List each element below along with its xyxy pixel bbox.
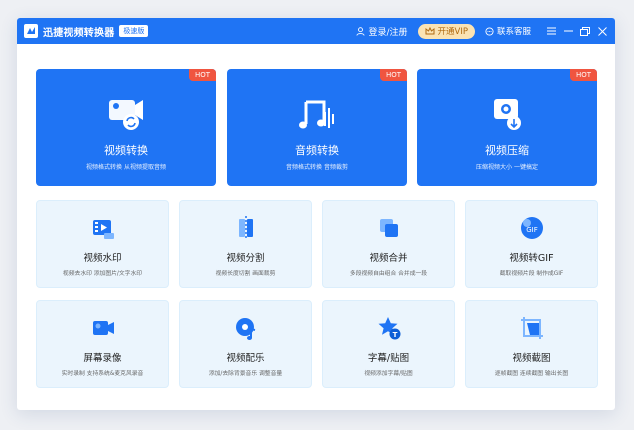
split-icon	[238, 216, 253, 240]
user-icon	[356, 26, 366, 36]
card-title: 视频分割	[226, 253, 265, 264]
video-convert-icon	[109, 100, 143, 130]
support-label: 联系客服	[496, 27, 531, 37]
vip-label: 开通VIP	[437, 27, 468, 37]
card-desc: 音频格式转换 音频裁剪	[286, 164, 348, 171]
tool-card-merge[interactable]: 视频合并 多段视频自由组合 合并成一段	[322, 200, 455, 288]
merge-icon	[379, 219, 398, 237]
tool-card-screenshot[interactable]: 视频截图 逐帧截图 连续截图 输出长图	[465, 300, 598, 388]
card-title: 视频配乐	[226, 353, 265, 364]
crown-icon	[425, 27, 435, 35]
tool-card-music[interactable]: 视频配乐 添加/去除背景音乐 调整音量	[179, 300, 312, 388]
card-title: 字幕/贴图	[367, 353, 410, 364]
feature-card-audio-convert[interactable]: HOT 音频转换 音频格式转换 音频裁剪	[227, 69, 407, 186]
hot-badge: HOT	[188, 69, 216, 81]
screen-record-icon	[92, 321, 114, 335]
restore-icon[interactable]	[578, 24, 592, 38]
gif-icon: GIF	[520, 217, 543, 239]
watermark-icon	[92, 220, 114, 239]
app-window: 迅捷视频转换器 极速版 登录/注册 开通VIP 联系客服 HOT 视频转换 视频…	[17, 18, 615, 410]
card-desc: 截取视频片段 制作成GIF	[499, 271, 564, 277]
screenshot-icon	[520, 317, 543, 339]
support-button[interactable]: 联系客服	[485, 25, 531, 37]
card-title: 视频压缩	[485, 144, 529, 157]
login-label: 登录/注册	[368, 27, 408, 38]
card-desc: 视频格式转换 从视频提取音频	[86, 164, 166, 171]
app-title: 迅捷视频转换器	[43, 27, 115, 39]
tool-card-gif[interactable]: GIF 视频转GIF 截取视频片段 制作成GIF	[465, 200, 598, 288]
card-title: 视频水印	[83, 253, 122, 264]
card-title: 屏幕录像	[83, 353, 122, 364]
card-title: 音频转换	[295, 144, 339, 157]
music-icon	[235, 318, 255, 340]
vip-button[interactable]: 开通VIP	[417, 23, 475, 39]
video-compress-icon	[494, 99, 521, 130]
card-desc: 多段视频自由组合 合并成一段	[349, 271, 428, 277]
minimize-icon[interactable]	[561, 24, 575, 38]
audio-convert-icon	[299, 100, 334, 129]
card-desc: 实时录制 支持系统&麦克风录音	[61, 371, 144, 377]
card-title: 视频合并	[369, 253, 408, 264]
hot-badge: HOT	[569, 69, 597, 81]
card-title: 视频转GIF	[509, 253, 554, 264]
tool-card-split[interactable]: 视频分割 视频长度切割 画面裁剪	[179, 200, 312, 288]
menu-icon[interactable]	[544, 24, 558, 38]
login-button[interactable]: 登录/注册	[356, 25, 408, 38]
feature-card-video-compress[interactable]: HOT 视频压缩 压缩视频大小 一键搞定	[417, 69, 597, 186]
card-desc: 视频添加字幕/贴图	[364, 371, 413, 377]
close-icon[interactable]	[595, 24, 609, 38]
hot-badge: HOT	[379, 69, 407, 81]
card-desc: 压缩视频大小 一键搞定	[476, 164, 538, 171]
tool-card-subtitle[interactable]: T 字幕/贴图 视频添加字幕/贴图	[322, 300, 455, 388]
card-desc: 添加/去除背景音乐 调整音量	[208, 371, 283, 377]
chat-icon	[485, 26, 494, 36]
card-desc: 视频长度切割 画面裁剪	[215, 271, 276, 277]
edition-badge: 极速版	[119, 25, 149, 37]
svg-text:T: T	[392, 331, 397, 339]
tool-card-screen-record[interactable]: 屏幕录像 实时录制 支持系统&麦克风录音	[36, 300, 169, 388]
app-logo-icon	[24, 24, 38, 38]
card-title: 视频转换	[104, 144, 148, 157]
tool-card-watermark[interactable]: 视频水印 视频去水印 添加图片/文字水印	[36, 200, 169, 288]
card-desc: 视频去水印 添加图片/文字水印	[62, 271, 143, 277]
card-title: 视频截图	[512, 353, 551, 364]
svg-text:GIF: GIF	[526, 226, 538, 234]
title-bar[interactable]: 迅捷视频转换器 极速版 登录/注册 开通VIP 联系客服	[17, 18, 615, 44]
subtitle-icon: T	[378, 317, 400, 340]
feature-card-video-convert[interactable]: HOT 视频转换 视频格式转换 从视频提取音频	[36, 69, 216, 186]
card-desc: 逐帧截图 连续截图 输出长图	[494, 371, 569, 377]
